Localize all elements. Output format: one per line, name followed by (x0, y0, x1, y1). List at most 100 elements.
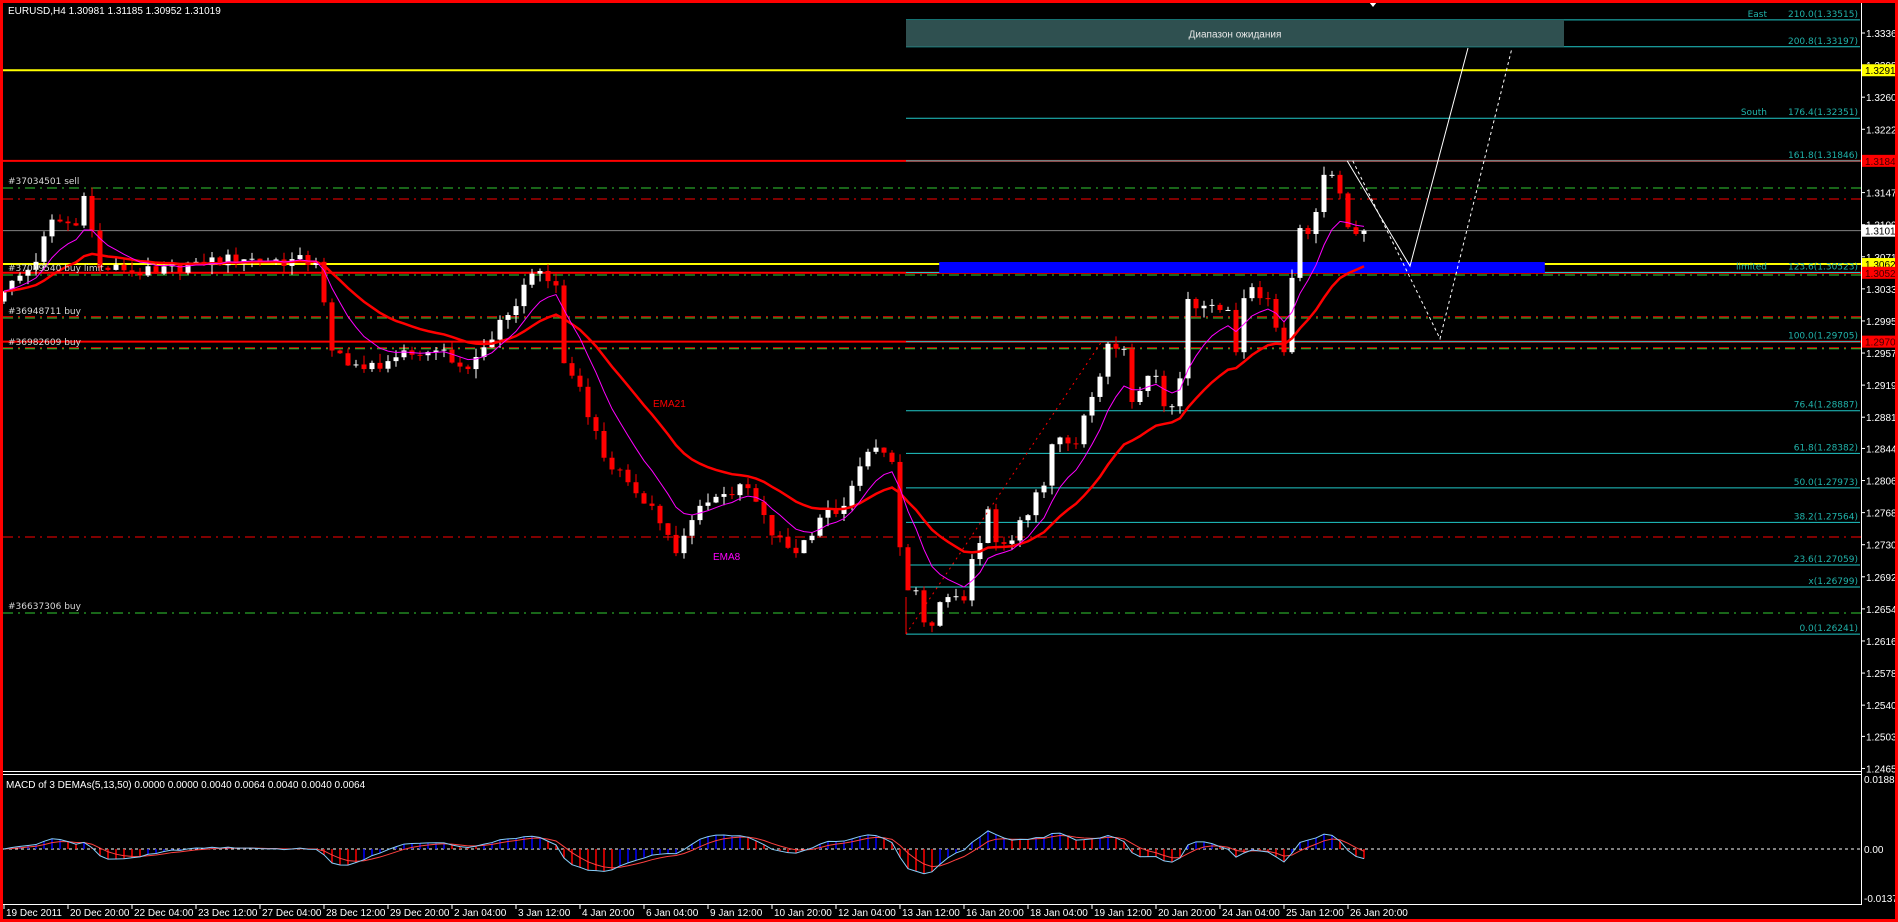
time-label: 24 Jan 04:00 (1222, 908, 1280, 919)
mt4-chart-window[interactable]: 210.0(1.33515) East 200.8(1.33197) 176.4(1.… (0, 0, 1898, 922)
candle-body (449, 349, 455, 363)
candle-body (569, 363, 575, 376)
candle-body (377, 362, 383, 369)
candle-body (17, 275, 23, 281)
candle-body (513, 306, 519, 316)
order-label: #36982609 buy (8, 338, 82, 348)
candle-body (1137, 391, 1143, 403)
time-label: 2 Jan 04:00 (454, 908, 507, 919)
price-tag[interactable]: 1.30520 (1862, 266, 1898, 280)
candle-body (1057, 437, 1063, 445)
candle-body (1097, 376, 1103, 397)
time-label: 20 Jan 20:00 (1158, 908, 1216, 919)
candle-body (857, 466, 863, 486)
expectation-range-box[interactable]: Диапазон ожидания (906, 19, 1564, 47)
time-label: 19 Dec 2011 (6, 908, 62, 919)
candle-body (817, 517, 823, 536)
candle-body (353, 364, 359, 366)
order-label: #36637306 buy (8, 602, 82, 612)
candle-body (161, 266, 167, 274)
candle-body (1049, 444, 1055, 486)
candle-body (561, 285, 567, 364)
candle-body (1305, 228, 1311, 234)
time-label: 27 Dec 04:00 (262, 908, 322, 919)
candle-body (529, 273, 535, 285)
order-label: #36948711 buy (8, 307, 82, 317)
time-label: 20 Dec 20:00 (70, 908, 130, 919)
price-tick-label: 1.24650 (1866, 764, 1898, 775)
candle (1297, 224, 1303, 282)
price-tag-label: 1.32919 (1865, 66, 1898, 77)
candle-body (809, 535, 815, 541)
fib-level-tag: South (1741, 108, 1767, 118)
price-tick-label: 1.26160 (1866, 637, 1898, 648)
candle (897, 454, 903, 556)
blue-zone-rect[interactable] (939, 262, 1545, 273)
candle-body (1201, 305, 1207, 309)
candle (937, 601, 943, 627)
price-tick-label: 1.29950 (1866, 317, 1898, 328)
candle-body (1065, 437, 1071, 444)
time-label: 29 Dec 20:00 (390, 908, 450, 919)
macd-scale-zero: 0.00 (1864, 845, 1884, 856)
candle (1233, 302, 1239, 356)
candle-body (921, 590, 927, 623)
price-tick-label: 1.26540 (1866, 605, 1898, 616)
candle-body (961, 596, 967, 601)
candle-body (769, 515, 775, 536)
candle-body (121, 264, 127, 271)
candle-body (1209, 304, 1215, 306)
price-tick-label: 1.32220 (1866, 125, 1898, 136)
candle-body (497, 319, 503, 340)
candle-body (1009, 540, 1015, 544)
candle-body (721, 494, 727, 497)
price-tick-label: 1.27680 (1866, 509, 1898, 520)
candle-body (953, 596, 959, 598)
time-label: 9 Jan 12:00 (710, 908, 763, 919)
time-label: 6 Jan 04:00 (646, 908, 699, 919)
price-tag[interactable]: 1.31846 (1862, 154, 1898, 168)
candle (561, 279, 567, 364)
macd-scale-top: 0.0188 (1864, 775, 1895, 786)
candle-body (705, 502, 711, 506)
candle-body (729, 494, 735, 496)
candle-body (1225, 309, 1231, 311)
symbol-info: EURUSD,H4 1.30981 1.31185 1.30952 1.3101… (8, 6, 221, 17)
candle-body (1353, 227, 1359, 234)
macd-scale-bottom: -0.0137 (1864, 894, 1898, 905)
candle-body (665, 523, 671, 535)
candle-body (1321, 174, 1327, 213)
price-tag[interactable]: 1.29705 (1862, 335, 1898, 349)
price-tick-label: 1.25030 (1866, 732, 1898, 743)
order-label: #37034501 sell (8, 177, 79, 187)
candle-body (873, 447, 879, 452)
price-tag-label: 1.29705 (1865, 338, 1898, 349)
candle-body (1121, 348, 1127, 350)
candle-body (993, 509, 999, 543)
candle (921, 586, 927, 627)
candle-body (113, 264, 119, 270)
candle-body (865, 451, 871, 467)
candle (801, 539, 807, 554)
candle-body (1161, 375, 1167, 407)
candle-body (881, 447, 887, 453)
fib-level-label: 210.0(1.33515) (1788, 10, 1858, 20)
price-tag[interactable]: 1.32919 (1862, 64, 1898, 77)
candle-body (593, 417, 599, 431)
candle-body (137, 272, 143, 276)
candle-body (1169, 406, 1175, 408)
candle (1081, 413, 1087, 448)
candle-body (1337, 174, 1343, 194)
time-label: 16 Jan 20:00 (966, 908, 1024, 919)
price-tag[interactable]: 1.31019 (1862, 224, 1898, 238)
candle-body (761, 501, 767, 516)
candle-body (505, 315, 511, 320)
price-tick-label: 1.30330 (1866, 285, 1898, 296)
fib-level-label: 0.0(1.26241) (1799, 624, 1858, 634)
candle-body (745, 484, 751, 489)
candle-body (81, 195, 87, 226)
candle-body (641, 493, 647, 504)
candle-body (1265, 298, 1271, 300)
candle-body (601, 430, 607, 458)
candle-body (1041, 485, 1047, 493)
